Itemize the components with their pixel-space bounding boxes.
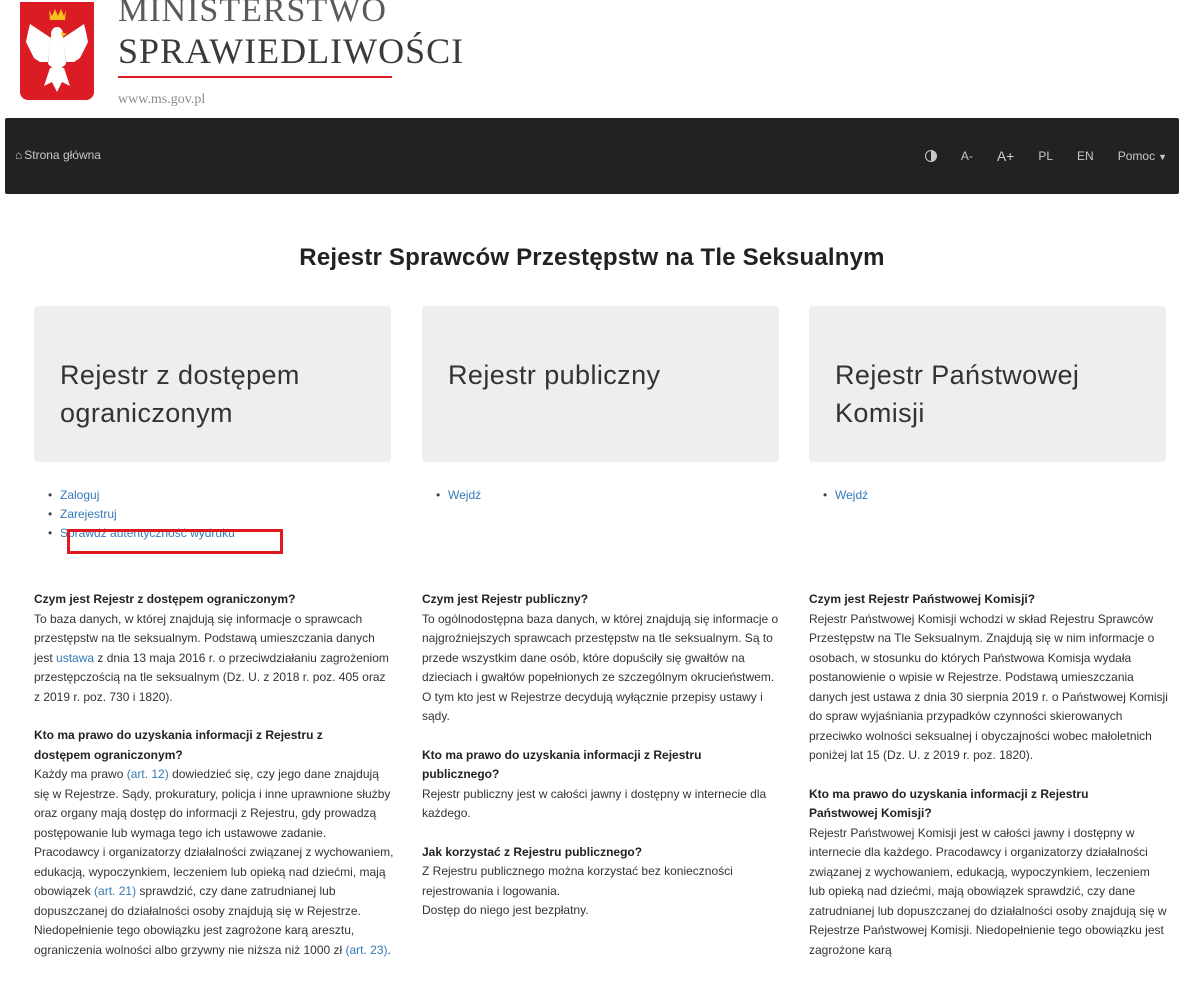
answer-text: Z Rejestru publicznego można korzystać b… (422, 864, 733, 898)
question-heading: Kto ma prawo do uzyskania informacji z R… (422, 747, 702, 782)
enter-commission-link[interactable]: Wejdź (835, 488, 868, 502)
contrast-icon[interactable] (924, 150, 937, 162)
ministry-name-line2: SPRAWIEDLIWOŚCI (118, 31, 465, 71)
list-item: • Zarejestruj (48, 505, 235, 524)
jumbotron-title: Rejestr Państwowej Komisji (835, 360, 1080, 428)
nav-home-label: Strona główna (24, 148, 101, 162)
list-item: • Wejdź (436, 486, 481, 505)
help-label: Pomoc (1117, 149, 1156, 163)
question-heading: Czym jest Rejestr Państwowej Komisji? (809, 592, 1036, 606)
jumbotron-restricted: Rejestr z dostępem ograniczonym (34, 306, 391, 462)
answer-text: Dostęp do niego jest bezpłatny. (422, 903, 589, 917)
bullet-icon: • (48, 526, 53, 540)
register-link[interactable]: Zarejestruj (60, 507, 117, 521)
answer-text: Rejestr publiczny jest w całości jawny i… (422, 786, 767, 821)
nav-home-link[interactable]: ⌂ Strona główna (15, 148, 101, 162)
jumbotron-title: Rejestr publiczny (448, 360, 661, 390)
answer-text: To ogólnodostępna baza danych, w której … (422, 611, 779, 685)
top-navbar: ⌂ Strona główna A- A+ PL EN Pomoc ▼ (5, 118, 1179, 194)
question-heading: Kto ma prawo do uzyskania informacji z R… (34, 728, 323, 762)
font-increase-button[interactable]: A+ (985, 148, 1027, 164)
home-icon: ⌂ (15, 148, 23, 162)
answer-text-part: dowiedzieć się, czy jego dane znajdują s… (34, 767, 394, 898)
login-link[interactable]: Zaloguj (60, 488, 99, 502)
lang-en-button[interactable]: EN (1065, 149, 1106, 163)
question-heading: Czym jest Rejestr publiczny? (422, 592, 589, 606)
answer-text-part: Każdy ma prawo (34, 767, 127, 781)
polish-eagle-emblem-icon[interactable] (20, 2, 94, 100)
lang-pl-button[interactable]: PL (1026, 149, 1065, 163)
art-23-link[interactable]: (art. 23) (346, 943, 388, 957)
list-item: • Wejdź (823, 486, 868, 505)
header-divider (118, 76, 392, 78)
answer-text: To baza danych, w której znajdują się in… (34, 610, 394, 708)
bullet-icon: • (48, 488, 53, 502)
enter-public-link[interactable]: Wejdź (448, 488, 481, 502)
art-12-link[interactable]: (art. 12) (127, 767, 169, 781)
answer-text: Rejestr Państwowej Komisji wchodzi w skł… (809, 611, 1168, 763)
ministry-url: www.ms.gov.pl (118, 92, 206, 107)
nav-right-group: A- A+ PL EN Pomoc ▼ (913, 118, 1179, 194)
highlight-box (67, 529, 283, 554)
jumbotron-commission: Rejestr Państwowej Komisji (809, 306, 1166, 462)
site-header: MINISTERSTWO SPRAWIEDLIWOŚCI www.ms.gov.… (0, 0, 1184, 118)
question-heading: Jak korzystać z Rejestru publicznego? (422, 844, 643, 859)
bullet-icon: • (436, 488, 441, 502)
art-21-link[interactable]: (art. 21) (94, 884, 136, 898)
info-commission: Czym jest Rejestr Państwowej Komisji? Re… (809, 590, 1169, 960)
links-commission: • Wejdź (823, 486, 868, 505)
links-public: • Wejdź (436, 486, 481, 505)
ministry-name-line1: MINISTERSTWO (118, 0, 387, 29)
list-item: • Zaloguj (48, 486, 235, 505)
column-commission: Rejestr Państwowej Komisji • Wejdź Czym j… (809, 306, 1168, 957)
answer-text: Każdy ma prawo (art. 12) dowiedzieć się,… (34, 765, 394, 960)
question-heading: Czym jest Rejestr z dostępem ograniczony… (34, 592, 296, 606)
answer-text: Rejestr Państwowej Komisji jest w całośc… (809, 825, 1167, 957)
question-heading: Kto ma prawo do uzyskania informacji z R… (809, 786, 1089, 821)
column-restricted: Rejestr z dostępem ograniczonym • Zaloguj… (34, 306, 394, 957)
font-decrease-button[interactable]: A- (949, 149, 985, 163)
help-dropdown[interactable]: Pomoc ▼ (1106, 149, 1179, 163)
answer-text: O tym kto jest w Rejestrze decydują wyłą… (422, 689, 763, 724)
jumbotron-title: Rejestr z dostępem ograniczonym (60, 360, 300, 428)
act-link[interactable]: ustawa (56, 651, 94, 665)
bullet-icon: • (823, 488, 828, 502)
column-public: Rejestr publiczny • Wejdź Czym jest Rejes… (422, 306, 779, 917)
page-title: Rejestr Sprawców Przestępstw na Tle Seks… (299, 244, 885, 271)
answer-text-part: . (387, 942, 391, 957)
jumbotron-public: Rejestr publiczny (422, 306, 779, 462)
info-restricted: Czym jest Rejestr z dostępem ograniczony… (34, 590, 394, 960)
bullet-icon: • (48, 507, 53, 521)
info-public: Czym jest Rejestr publiczny? To ogólnodo… (422, 590, 782, 921)
caret-down-icon: ▼ (1158, 152, 1167, 162)
